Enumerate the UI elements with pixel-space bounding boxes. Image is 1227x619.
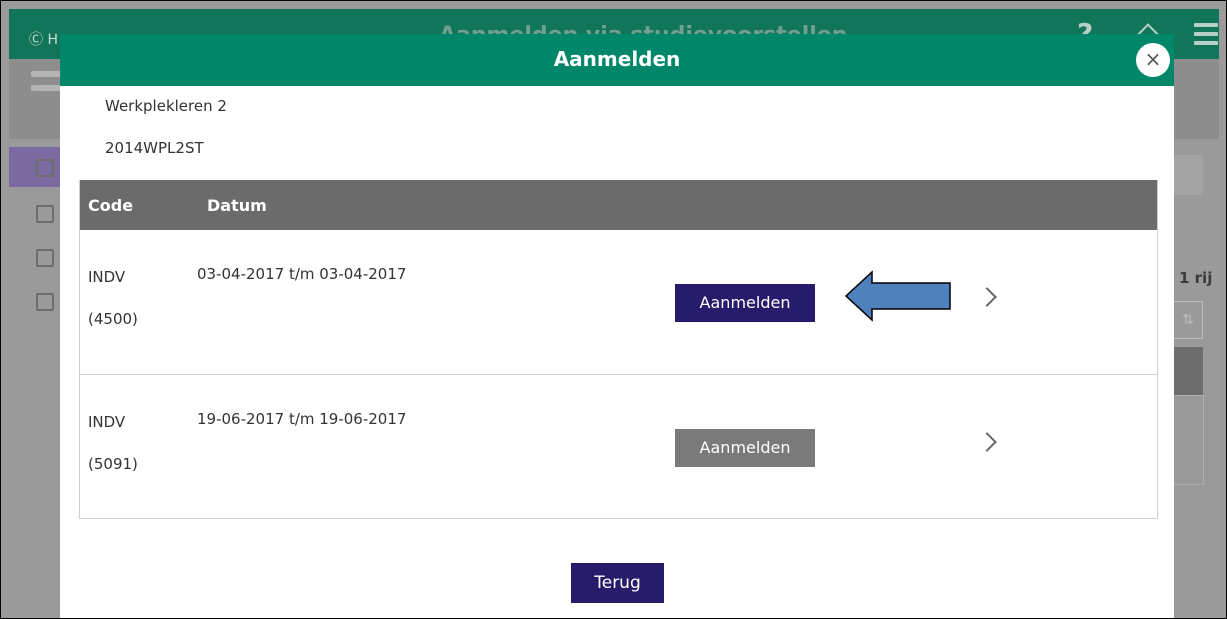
close-button[interactable]: × [1136, 43, 1170, 77]
row-number: (5091) [88, 455, 138, 473]
row-code: INDV [88, 413, 126, 431]
course-name: Werkplekleren 2 [105, 97, 227, 115]
sort-icon[interactable]: ⇅ [1173, 301, 1203, 339]
background-panel [1173, 155, 1203, 195]
aanmelden-button[interactable]: Aanmelden [675, 284, 815, 322]
row-code: INDV [88, 268, 126, 286]
column-header-code: Code [88, 196, 134, 215]
edit-icon[interactable] [36, 205, 54, 223]
edit-icon[interactable] [36, 249, 54, 267]
edit-icon[interactable] [36, 159, 54, 177]
aanmelden-button-disabled[interactable]: Aanmelden [675, 429, 815, 467]
sessions-table: Code Datum INDV (4500) 03-04-2017 t/m 03… [79, 180, 1158, 519]
background-table-header [1173, 347, 1203, 395]
row-number: (4500) [88, 310, 138, 328]
back-button[interactable]: Terug [571, 563, 664, 603]
table-header: Code Datum [80, 180, 1157, 230]
row-date: 19-06-2017 t/m 19-06-2017 [197, 410, 407, 428]
column-header-datum: Datum [207, 196, 267, 215]
table-row[interactable]: INDV (5091) 19-06-2017 t/m 19-06-2017 Aa… [80, 375, 1157, 519]
background-table-body [1173, 395, 1204, 485]
chevron-right-icon[interactable] [977, 432, 997, 452]
list-icon[interactable] [36, 293, 54, 311]
pointer-arrow [844, 270, 951, 322]
row-count-label: 1 rij [1179, 269, 1213, 287]
table-row[interactable]: INDV (4500) 03-04-2017 t/m 03-04-2017 Aa… [80, 230, 1157, 375]
chevron-right-icon[interactable] [977, 287, 997, 307]
blurred-text [31, 85, 63, 91]
dialog-title: Aanmelden [553, 47, 681, 71]
dialog-header: Aanmelden × [60, 34, 1174, 86]
row-date: 03-04-2017 t/m 03-04-2017 [197, 265, 407, 283]
course-code: 2014WPL2ST [105, 139, 204, 157]
home-link[interactable]: Ⓒ H [29, 29, 58, 49]
blurred-text [31, 71, 63, 77]
screenshot-frame: Ⓒ H Aanmelden via studievoorstellen ? 1 … [0, 0, 1227, 619]
aanmelden-dialog: Aanmelden × Werkplekleren 2 2014WPL2ST C… [60, 34, 1174, 618]
menu-icon[interactable] [1194, 23, 1218, 50]
